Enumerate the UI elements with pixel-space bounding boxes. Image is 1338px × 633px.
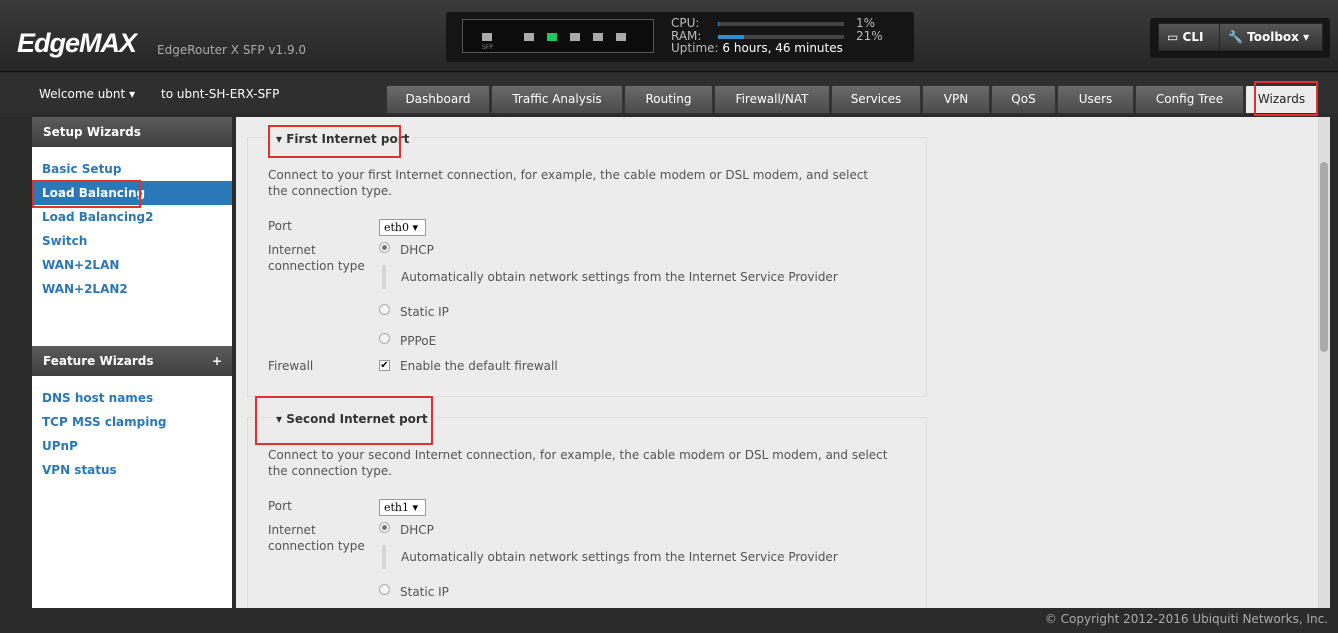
status-panel: SFP CPU: 1% RAM: 21% Uptime: 6 hours, 46… bbox=[446, 12, 914, 62]
tab-firewall-nat[interactable]: Firewall/NAT bbox=[714, 85, 830, 114]
tab-vpn[interactable]: VPN bbox=[922, 85, 990, 114]
tab-dashboard[interactable]: Dashboard bbox=[386, 85, 490, 114]
cpu-bar bbox=[718, 22, 844, 26]
uptime: Uptime: 6 hours, 46 minutes bbox=[671, 41, 843, 55]
pppoe-label: PPPoE bbox=[400, 334, 437, 348]
pppoe-radio[interactable] bbox=[379, 333, 390, 344]
sidebar-item-switch[interactable]: Switch bbox=[32, 229, 232, 253]
tab-users[interactable]: Users bbox=[1057, 85, 1134, 114]
cli-label: CLI bbox=[1182, 30, 1204, 44]
connection-type-label: Internet connection type bbox=[268, 523, 365, 553]
static-ip-label: Static IP bbox=[400, 305, 449, 319]
tab-traffic-analysis[interactable]: Traffic Analysis bbox=[491, 85, 623, 114]
port-icon bbox=[524, 33, 534, 41]
highlight-box bbox=[255, 396, 433, 445]
port-label: Port bbox=[268, 219, 292, 233]
sidebar: Setup Wizards Basic Setup Load Balancing L… bbox=[32, 117, 232, 608]
port-value: eth0 bbox=[384, 221, 410, 234]
sidebar-item-dns-host-names[interactable]: DNS host names bbox=[32, 386, 232, 410]
static-ip-label: Static IP bbox=[400, 585, 449, 599]
caret-down-icon: ▾ bbox=[1303, 30, 1310, 44]
cpu-percent: 1% bbox=[856, 16, 876, 30]
sfp-label: SFP bbox=[482, 44, 493, 51]
second-port-section bbox=[247, 417, 927, 608]
divider bbox=[382, 545, 386, 569]
toolbox-label: Toolbox bbox=[1247, 30, 1299, 44]
cpu-label: CPU: bbox=[671, 16, 700, 30]
setup-wizards-header: Setup Wizards bbox=[32, 117, 232, 147]
static-ip-radio[interactable] bbox=[379, 304, 390, 315]
feature-wizards-title: Feature Wizards bbox=[43, 354, 154, 368]
port-diagram: SFP bbox=[462, 19, 654, 53]
tab-routing[interactable]: Routing bbox=[624, 85, 713, 114]
router-name: to ubnt-SH-ERX-SFP bbox=[161, 87, 280, 101]
port-icon bbox=[593, 33, 603, 41]
cli-button[interactable]: ▭ CLI bbox=[1158, 23, 1220, 51]
ram-percent: 21% bbox=[856, 29, 883, 43]
caret-down-icon: ▾ bbox=[129, 87, 136, 101]
second-port-description: Connect to your second Internet connecti… bbox=[268, 448, 888, 478]
wrench-icon: 🔧 bbox=[1228, 30, 1243, 44]
toolbox-button[interactable]: 🔧 Toolbox ▾ bbox=[1219, 23, 1323, 51]
plus-icon[interactable]: + bbox=[212, 346, 222, 376]
sidebar-item-basic-setup[interactable]: Basic Setup bbox=[32, 157, 232, 181]
dhcp-label: DHCP bbox=[400, 523, 434, 537]
sidebar-item-wan-2lan[interactable]: WAN+2LAN bbox=[32, 253, 232, 277]
scrollbar[interactable] bbox=[1318, 117, 1330, 608]
port-icon bbox=[570, 33, 580, 41]
sidebar-item-wan-2lan2[interactable]: WAN+2LAN2 bbox=[32, 277, 232, 301]
connection-type-label: Internet connection type bbox=[268, 243, 365, 273]
dhcp-label: DHCP bbox=[400, 243, 434, 257]
nav-bar: Welcome ubnt ▾ to ubnt-SH-ERX-SFP Dashbo… bbox=[0, 73, 1338, 116]
firewall-label: Firewall bbox=[268, 359, 314, 373]
sidebar-item-vpn-status[interactable]: VPN status bbox=[32, 458, 232, 482]
static-ip-radio[interactable] bbox=[379, 584, 390, 595]
port-active-icon bbox=[547, 33, 557, 41]
port-value: eth1 bbox=[384, 501, 410, 514]
toolbar: ▭ CLI 🔧 Toolbox ▾ bbox=[1150, 18, 1330, 58]
second-port-select[interactable]: eth1 ▾ bbox=[379, 499, 426, 516]
wizard-content: ▾ First Internet port Connect to your fi… bbox=[236, 117, 1330, 608]
sidebar-item-tcp-mss-clamping[interactable]: TCP MSS clamping bbox=[32, 410, 232, 434]
header: EdgeMAX EdgeRouter X SFP v1.9.0 SFP CPU:… bbox=[0, 0, 1338, 72]
highlight-box bbox=[32, 180, 141, 208]
dhcp-radio[interactable] bbox=[379, 522, 390, 533]
sidebar-item-upnp[interactable]: UPnP bbox=[32, 434, 232, 458]
dhcp-description: Automatically obtain network settings fr… bbox=[401, 270, 838, 284]
firewall-option-label: Enable the default firewall bbox=[400, 359, 558, 373]
tab-services[interactable]: Services bbox=[831, 85, 921, 114]
ram-bar bbox=[718, 35, 844, 39]
tab-qos[interactable]: QoS bbox=[991, 85, 1056, 114]
copyright: © Copyright 2012-2016 Ubiquiti Networks,… bbox=[1044, 612, 1328, 626]
divider bbox=[382, 265, 386, 289]
dhcp-description: Automatically obtain network settings fr… bbox=[401, 550, 838, 564]
highlight-box bbox=[1254, 81, 1318, 116]
first-port-description: Connect to your first Internet connectio… bbox=[268, 168, 869, 198]
terminal-icon: ▭ bbox=[1167, 30, 1179, 44]
edgemax-logo: EdgeMAX bbox=[17, 28, 137, 58]
sidebar-item-load-balancing2[interactable]: Load Balancing2 bbox=[32, 205, 232, 229]
feature-wizards-header[interactable]: Feature Wizards + bbox=[32, 346, 232, 376]
uptime-value: 6 hours, 46 minutes bbox=[722, 41, 843, 55]
port-icon bbox=[616, 33, 626, 41]
firewall-checkbox[interactable]: ✔ bbox=[379, 360, 390, 371]
first-port-select[interactable]: eth0 ▾ bbox=[379, 219, 426, 236]
device-version: EdgeRouter X SFP v1.9.0 bbox=[157, 43, 307, 57]
port-label: Port bbox=[268, 499, 292, 513]
dhcp-radio[interactable] bbox=[379, 242, 390, 253]
highlight-box bbox=[268, 125, 401, 158]
welcome-label: Welcome ubnt bbox=[39, 87, 126, 101]
sfp-port-icon bbox=[482, 33, 492, 41]
tab-config-tree[interactable]: Config Tree bbox=[1135, 85, 1244, 114]
user-menu[interactable]: Welcome ubnt ▾ bbox=[39, 87, 135, 101]
uptime-label: Uptime: bbox=[671, 41, 719, 55]
scrollbar-thumb[interactable] bbox=[1320, 162, 1328, 352]
